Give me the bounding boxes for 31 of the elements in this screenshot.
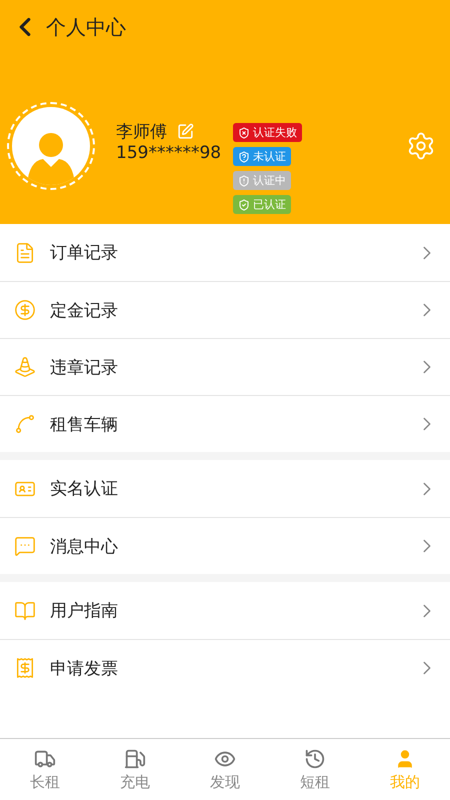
menu-item[interactable]: 违章记录: [0, 338, 450, 395]
shield-alert-icon: [238, 174, 250, 186]
menu-item[interactable]: 租售车辆: [0, 395, 450, 452]
menu-item[interactable]: 消息中心: [0, 517, 450, 574]
connector-icon: [14, 413, 36, 435]
menu-item[interactable]: 订单记录: [0, 224, 450, 281]
user-name: 李师傅: [116, 121, 167, 143]
receipt-icon: [14, 657, 36, 679]
menu-item[interactable]: 申请发票: [0, 639, 450, 696]
shield-check-icon: [238, 198, 250, 210]
shield-x-icon: [238, 126, 250, 138]
page-title: 个人中心: [46, 14, 126, 40]
avatar[interactable]: [12, 107, 90, 185]
document-icon: [14, 242, 36, 264]
book-icon: [14, 600, 36, 622]
menu-item[interactable]: 用户指南: [0, 582, 450, 639]
edit-icon[interactable]: [177, 123, 194, 140]
status-tag: 已认证: [233, 195, 292, 214]
menu-item[interactable]: 定金记录: [0, 281, 450, 338]
history-icon: [304, 748, 326, 770]
menu-item[interactable]: 实名认证: [0, 460, 450, 517]
settings-button[interactable]: [406, 131, 436, 161]
chat-bubble-icon: [14, 535, 36, 557]
phone-number: 159******98: [116, 143, 222, 163]
shield-question-icon: [238, 150, 250, 162]
status-tag: 认证失败: [233, 123, 302, 142]
charging-station-icon: [124, 748, 146, 770]
traffic-cone-icon: [14, 356, 36, 378]
status-tag: 认证中: [233, 171, 292, 190]
coin-icon: [14, 299, 36, 321]
status-tag: 未认证: [233, 147, 292, 166]
